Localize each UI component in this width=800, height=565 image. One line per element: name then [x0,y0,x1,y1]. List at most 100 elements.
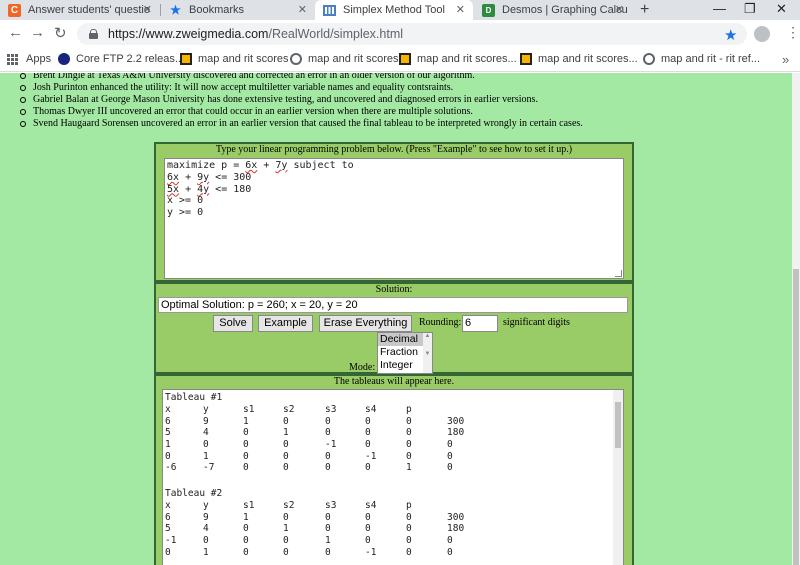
list-item: Svend Haugaard Sorensen uncovered an err… [20,118,583,130]
nwea-icon [399,53,411,65]
solution-output-field[interactable]: Optimal Solution: p = 260; x = 20, y = 2… [158,297,628,313]
tab-chegg[interactable]: C Answer students' questio ✕ [0,0,160,20]
close-icon[interactable]: ✕ [456,3,465,16]
scrollbar-thumb[interactable] [615,402,621,448]
table-row: 5 4 0 1 0 0 0 180 [165,427,465,439]
bookmark-map-rit-1[interactable]: map and rit scores [180,53,288,65]
bookmark-star-icon[interactable]: ★ [724,26,737,44]
mode-option-integer[interactable]: Integer [378,359,423,372]
bookmark-map-rit-2[interactable]: map and rit scores [290,53,398,65]
table-row: x y s1 s2 s3 s4 p [165,404,465,416]
table-cell: p [406,404,412,415]
table-cell: s1 [243,500,255,511]
tableau-textarea[interactable]: Tableau #1 x y s1 s2 s3 s4 p 6 9 1 0 0 0 0 300 5 4 0 1 0 0 0 1… [162,389,624,565]
table-cell: s3 [325,404,337,415]
credits-list: Brent Dingle at Texas A&M University dis… [20,73,583,130]
table-cell: 0 [406,546,412,558]
bookmark-label: map and rit scores [198,53,289,65]
forward-icon[interactable]: → [30,24,45,41]
table-row: x y s1 s2 s3 s4 p [165,500,465,512]
solve-button[interactable]: Solve [213,315,253,332]
profile-avatar[interactable] [754,26,770,42]
table-row: 6 9 1 0 0 0 0 300 [165,416,465,428]
mode-option-decimal[interactable]: Decimal [378,333,423,346]
mode-scrollbar[interactable]: ▲ ▼ [423,333,432,373]
page-scrollbar[interactable] [792,73,800,565]
new-tab-button[interactable]: + [640,1,649,19]
rounding-label: Rounding: [419,317,462,328]
tableau-title: Tableau #1 [165,392,223,403]
bookmark-label: map and rit - rit ref... [661,53,761,65]
table-cell: p [406,500,412,511]
restore-icon[interactable]: ❐ [744,1,756,17]
table-cell: 5 [165,427,171,439]
tab-bookmarks[interactable]: ★ Bookmarks ✕ [161,0,315,20]
table-cell: 6 [165,511,171,523]
tableau-rows: x y s1 s2 s3 s4 p 6 9 1 0 0 0 0 300 5 4 0 1 0 0 0 180 -1 0 0 0 1 0 0 0… [165,500,465,558]
table-cell: 0 [325,523,331,535]
tab-desmos[interactable]: D Desmos | Graphing Calcu ✕ [474,0,632,20]
minimize-icon[interactable]: — [713,1,726,16]
menu-icon[interactable]: ⋮ [786,24,800,41]
window-close-icon[interactable]: ✕ [776,1,787,17]
scrollbar-thumb[interactable] [793,269,799,565]
bookmark-map-rit-3[interactable]: map and rit scores... [399,53,517,65]
bookmark-label: map and rit scores [308,53,399,65]
problem-line: 5x + 4y <= 180 [167,183,252,195]
desmos-icon: D [482,3,495,17]
list-item: Brent Dingle at Texas A&M University dis… [20,73,583,82]
address-bar[interactable]: https://www.zweigmedia.com/RealWorld/sim… [77,23,747,45]
problem-textarea[interactable]: maximize p = 6x + 7y subject to 6x + 9y <… [164,158,624,279]
bookmarks-overflow-icon[interactable]: » [782,52,789,67]
back-icon[interactable]: ← [8,24,23,41]
table-cell: y [203,500,209,511]
table-cell: 0 [325,546,331,558]
close-icon[interactable]: ✕ [143,3,152,16]
nwea-icon [520,53,532,65]
table-cell: 0 [165,546,171,558]
reload-icon[interactable]: ↻ [54,24,67,42]
bookmark-map-rit-4[interactable]: map and rit scores... [520,53,638,65]
star-icon: ★ [170,3,181,17]
globe-icon [643,53,655,65]
close-icon[interactable]: ✕ [298,3,307,16]
example-button[interactable]: Example [258,315,313,332]
tab-strip: C Answer students' questio ✕ ★ Bookmarks… [0,0,800,20]
table-cell: 0 [283,511,289,523]
table-cell: 1 [243,415,249,427]
nwea-icon [180,53,192,65]
browser-toolbar: ← → ↻ https://www.zweigmedia.com/RealWor… [0,20,800,48]
tableau-vertical-scrollbar[interactable] [613,390,623,565]
table-cell: s3 [325,500,337,511]
table-cell: -1 [325,439,337,451]
table-cell: 0 [447,546,453,558]
table-cell: s4 [365,404,377,415]
table-cell: 0 [325,427,331,439]
table-cell: 6 [165,415,171,427]
tableau-header: The tableaus will appear here. [333,376,455,387]
list-item: Thomas Dwyer III uncovered an error that… [20,106,583,118]
tab-title: Bookmarks [189,4,245,16]
rounding-input[interactable]: 6 [462,315,498,332]
table-cell: 0 [447,462,453,474]
table-cell: 0 [203,439,209,451]
close-icon[interactable]: ✕ [615,3,624,16]
table-cell: 300 [447,415,465,427]
list-item: Gabriel Balan at George Mason University… [20,94,583,106]
page-content: Brent Dingle at Texas A&M University dis… [0,73,792,565]
mode-select[interactable]: Decimal Fraction Integer ▲ ▼ [377,332,433,374]
tableau-panel: The tableaus will appear here. Tableau #… [154,374,634,565]
table-cell: 0 [365,511,371,523]
tab-simplex-active[interactable]: Simplex Method Tool ✕ [315,0,473,20]
bookmark-map-rit-5[interactable]: map and rit - rit ref... [643,53,760,65]
bookmark-apps[interactable]: Apps [7,53,51,65]
bookmark-label: map and rit scores... [417,53,517,65]
resize-grip-icon[interactable] [615,270,622,277]
table-cell: 0 [243,427,249,439]
table-cell: 0 [406,415,412,427]
mode-option-fraction[interactable]: Fraction [378,346,423,359]
list-item: Josh Purinton enhanced the utility: It w… [20,82,583,94]
bookmark-coreftp[interactable]: Core FTP 2.2 releas... [58,53,184,65]
mode-label: Mode: [349,362,376,373]
erase-everything-button[interactable]: Erase Everything [319,315,412,332]
